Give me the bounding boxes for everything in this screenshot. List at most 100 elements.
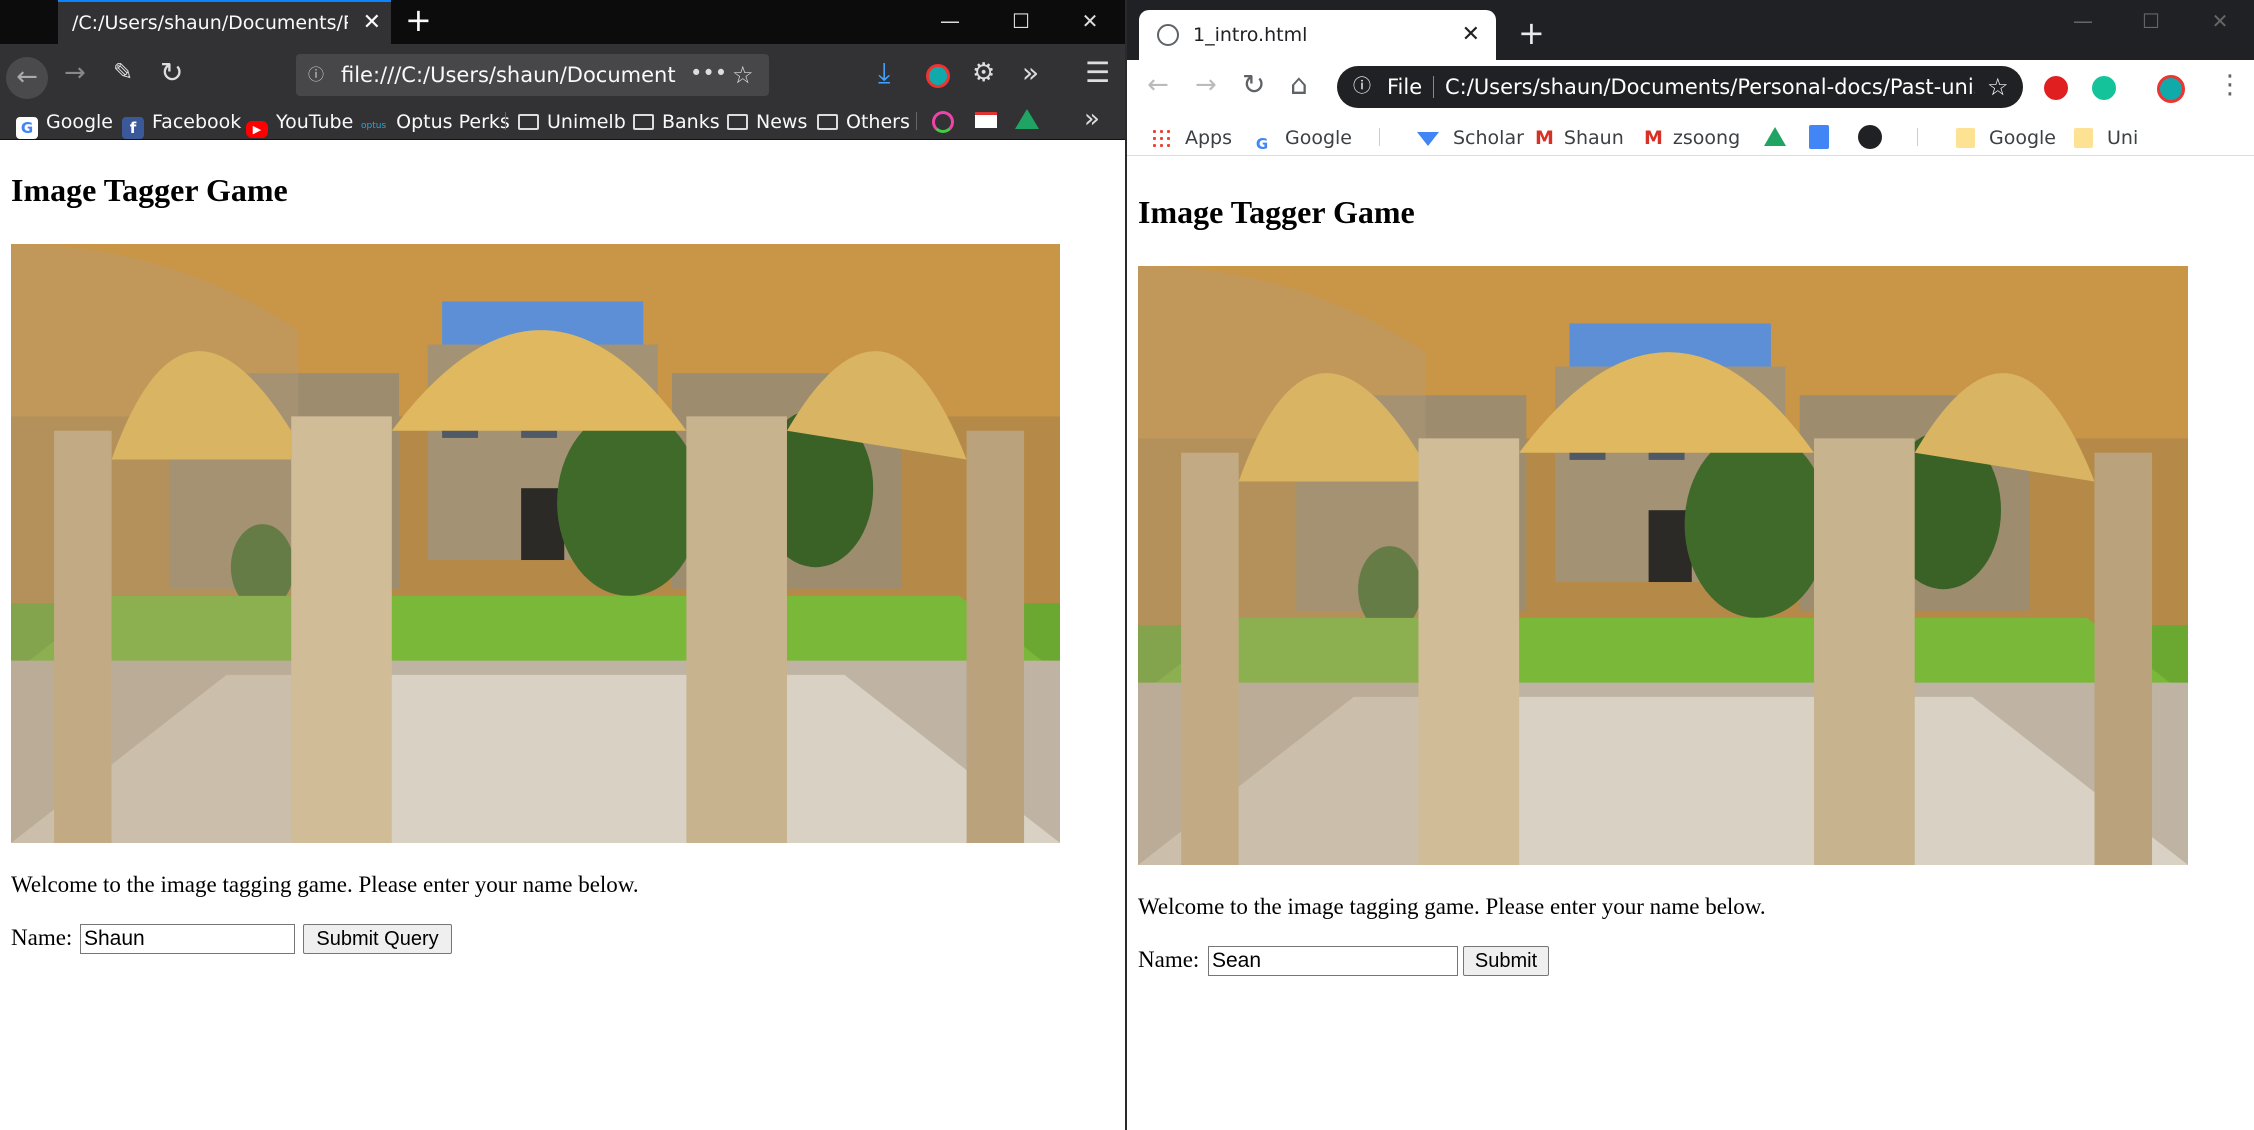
bookmark-youtube[interactable]: ▶ YouTube [246, 100, 353, 144]
welcome-text: Welcome to the image tagging game. Pleas… [11, 872, 639, 897]
reload-icon[interactable]: ↻ [160, 56, 183, 89]
minimize-icon[interactable]: — [2049, 0, 2117, 44]
bookmark-label: Optus Perks [396, 111, 510, 133]
bookmark-facebook[interactable]: f Facebook [122, 100, 241, 144]
reload-icon[interactable]: ↻ [1242, 68, 1265, 101]
gear-icon[interactable]: ⚙ [972, 58, 995, 88]
close-window-icon[interactable]: ✕ [2186, 0, 2254, 44]
firefox-url-bar[interactable]: ⓘ file:///C:/Users/shaun/Document ••• ☆ [296, 54, 769, 96]
name-label: Name: [11, 925, 73, 950]
gmail-icon[interactable] [975, 112, 997, 128]
submit-button[interactable]: Submit [1463, 946, 1549, 976]
firefox-tab-active[interactable]: /C:/Users/shaun/Documents/Personal ✕ [58, 0, 391, 44]
bookmark-star-icon[interactable]: ☆ [1987, 66, 2009, 108]
forward-icon[interactable]: → [64, 58, 86, 88]
new-tab-icon[interactable]: + [1518, 14, 1545, 52]
google-docs-icon[interactable] [1809, 125, 1829, 149]
bookmark-scholar[interactable]: Scholar [1417, 116, 1524, 160]
bookmark-folder-uni[interactable]: Uni [2074, 116, 2138, 160]
name-input[interactable] [1208, 946, 1458, 976]
bookmark-label: Google [46, 111, 114, 133]
overflow-chevron-icon[interactable]: » [1022, 56, 1039, 89]
bookmark-shaun-gmail[interactable]: M Shaun [1535, 116, 1624, 160]
info-icon[interactable]: ⓘ [1353, 66, 1371, 108]
more-bookmarks-chevron-icon[interactable]: » [1084, 104, 1100, 134]
bookmark-label: YouTube [276, 111, 354, 133]
bookmark-label: Google [1285, 127, 1353, 149]
globe-icon [1157, 24, 1179, 46]
bookmark-label: Unimelb [547, 111, 626, 133]
name-label: Name: [1138, 947, 1200, 972]
bookmark-apps[interactable]: Apps [1151, 116, 1232, 160]
new-tab-icon[interactable]: + [405, 0, 432, 40]
bookmark-folder-others[interactable]: Others [817, 100, 910, 144]
bookmark-folder-google[interactable]: Google [1956, 116, 2056, 160]
welcome-text: Welcome to the image tagging game. Pleas… [1138, 894, 1766, 919]
chrome-bookmarks-bar: Apps G Google Scholar M Shaun Mzsoong Goog… [1127, 116, 2254, 156]
hamburger-menu-icon[interactable]: ☰ [1085, 56, 1110, 89]
firefox-page-content: Image Tagger Game Welcome to the image t… [0, 140, 1125, 1130]
maximize-icon[interactable]: ☐ [2117, 0, 2185, 44]
tab-title: /C:/Users/shaun/Documents/Personal [72, 12, 348, 34]
folder-icon [1956, 128, 1975, 148]
bookmark-star-icon[interactable]: ☆ [732, 54, 754, 96]
back-icon[interactable]: ← [1147, 70, 1169, 100]
bookmark-folder-unimelb[interactable]: Unimelb [518, 100, 626, 144]
bookmark-google[interactable]: G Google [16, 100, 113, 144]
bookmark-label: Apps [1185, 127, 1233, 149]
page-title: Image Tagger Game [1138, 194, 1415, 230]
bookmark-separator [505, 112, 506, 130]
bookmark-label: Banks [662, 111, 720, 133]
chrome-tab-active[interactable]: 1_intro.html ✕ [1139, 10, 1496, 60]
close-tab-icon[interactable]: ✕ [1462, 10, 1480, 60]
more-menu-icon[interactable]: ⋮ [2217, 70, 2243, 100]
google-drive-icon[interactable] [1764, 127, 1786, 146]
bookmark-folder-news[interactable]: News [727, 100, 807, 144]
name-input[interactable] [80, 924, 295, 954]
folder-icon [727, 114, 748, 130]
optus-icon: optus [361, 121, 387, 131]
bookmark-google[interactable]: G Google [1251, 116, 1352, 160]
umbrella-icon[interactable] [932, 111, 954, 133]
wrench-icon[interactable]: ✎ [113, 58, 133, 86]
chrome-page-content: Image Tagger Game Welcome to the image t… [1127, 156, 2254, 1130]
url-scheme: File [1387, 75, 1423, 99]
home-icon[interactable]: ⌂ [1290, 68, 1308, 101]
bookmark-folder-banks[interactable]: Banks [633, 100, 720, 144]
bookmark-zsoong-gmail[interactable]: Mzsoong [1644, 116, 1740, 160]
youtube-icon: ▶ [246, 121, 268, 138]
bookmark-separator [1917, 128, 1918, 146]
firefox-tab-bar: /C:/Users/shaun/Documents/Personal ✕ + —… [0, 0, 1125, 44]
folder-icon [518, 114, 539, 130]
grammarly-icon[interactable] [2092, 76, 2116, 100]
url-text: C:/Users/shaun/Documents/Personal-docs/P… [1445, 75, 1975, 99]
maximize-icon[interactable]: ☐ [987, 0, 1055, 44]
google-icon: G [1255, 135, 1269, 153]
bookmark-label: Google [1989, 127, 2057, 149]
profile-avatar[interactable] [2157, 75, 2185, 103]
github-icon[interactable] [1858, 125, 1882, 149]
close-tab-icon[interactable]: ✕ [363, 2, 381, 44]
bookmark-label: zsoong [1672, 127, 1741, 149]
folder-icon [2074, 128, 2093, 148]
facebook-icon: f [122, 117, 144, 139]
downloads-icon[interactable]: ⤓ [878, 56, 890, 90]
bookmark-label: Facebook [152, 111, 242, 133]
tab-title: 1_intro.html [1193, 24, 1308, 46]
gmail-icon: M [1644, 127, 1663, 149]
extension-icon[interactable] [926, 64, 950, 88]
forward-icon[interactable]: → [1195, 70, 1217, 100]
close-window-icon[interactable]: ✕ [1056, 0, 1124, 44]
back-icon[interactable]: ← [6, 57, 48, 99]
scholar-icon [1417, 132, 1439, 146]
courtyard-photo [11, 244, 1060, 843]
adblock-icon[interactable] [2044, 76, 2068, 100]
google-drive-icon[interactable] [1015, 109, 1039, 129]
bookmark-label: News [756, 111, 808, 133]
submit-button[interactable]: Submit Query [303, 924, 452, 954]
minimize-icon[interactable]: — [916, 0, 984, 44]
url-divider [1433, 76, 1434, 98]
chrome-omnibox[interactable]: ⓘ File C:/Users/shaun/Documents/Personal… [1337, 66, 2023, 108]
page-actions-icon[interactable]: ••• [690, 52, 727, 94]
info-icon[interactable]: ⓘ [308, 54, 324, 96]
